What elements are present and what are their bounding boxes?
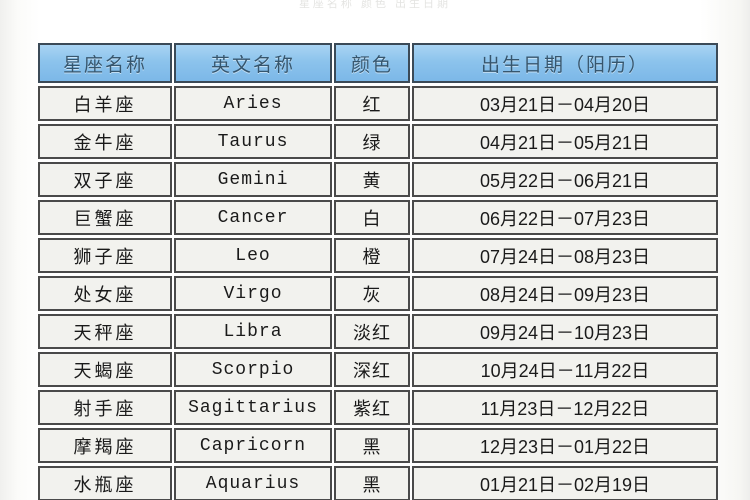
top-caption-text: 星座名称 颜色 出生日期	[298, 0, 452, 10]
table-row: 白羊座 Aries 红 03月21日－04月20日	[38, 86, 718, 121]
cell-english-name: Taurus	[174, 124, 332, 159]
cell-zodiac-name: 水瓶座	[38, 466, 172, 500]
table-row: 摩羯座 Capricorn 黑 12月23日－01月22日	[38, 428, 718, 463]
zodiac-table-container: 星座名称 英文名称 颜色 出生日期（阳历） 白羊座 Aries 红 03月21日－04…	[36, 40, 718, 500]
cell-zodiac-name: 白羊座	[38, 86, 172, 121]
cell-color: 红	[334, 86, 410, 121]
cell-english-name: Aquarius	[174, 466, 332, 500]
cell-english-name: Leo	[174, 238, 332, 273]
cell-zodiac-name: 处女座	[38, 276, 172, 311]
cell-birth-date: 04月21日－05月21日	[412, 124, 718, 159]
cell-birth-date: 08月24日－09月23日	[412, 276, 718, 311]
cell-birth-date: 11月23日－12月22日	[412, 390, 718, 425]
cell-color: 绿	[334, 124, 410, 159]
cell-color: 橙	[334, 238, 410, 273]
cell-color: 黑	[334, 466, 410, 500]
cell-english-name: Aries	[174, 86, 332, 121]
cell-zodiac-name: 双子座	[38, 162, 172, 197]
cell-color: 白	[334, 200, 410, 235]
table-row: 天秤座 Libra 淡红 09月24日－10月23日	[38, 314, 718, 349]
cell-english-name: Virgo	[174, 276, 332, 311]
table-row: 处女座 Virgo 灰 08月24日－09月23日	[38, 276, 718, 311]
document-page: 星座名称 颜色 出生日期 星座名称 英文名称 颜色 出生日期（阳历） 白羊座 Ar…	[0, 0, 750, 500]
cell-english-name: Gemini	[174, 162, 332, 197]
table-row: 巨蟹座 Cancer 白 06月22日－07月23日	[38, 200, 718, 235]
cell-zodiac-name: 射手座	[38, 390, 172, 425]
cell-color: 深红	[334, 352, 410, 387]
table-row: 狮子座 Leo 橙 07月24日－08月23日	[38, 238, 718, 273]
column-header-color: 颜色	[334, 43, 410, 83]
cell-birth-date: 01月21日－02月19日	[412, 466, 718, 500]
cell-birth-date: 03月21日－04月20日	[412, 86, 718, 121]
table-row: 金牛座 Taurus 绿 04月21日－05月21日	[38, 124, 718, 159]
table-row: 天蝎座 Scorpio 深红 10月24日－11月22日	[38, 352, 718, 387]
cell-zodiac-name: 天蝎座	[38, 352, 172, 387]
cell-color: 黄	[334, 162, 410, 197]
table-row: 射手座 Sagittarius 紫红 11月23日－12月22日	[38, 390, 718, 425]
cell-zodiac-name: 摩羯座	[38, 428, 172, 463]
cell-birth-date: 07月24日－08月23日	[412, 238, 718, 273]
column-header-english: 英文名称	[174, 43, 332, 83]
column-header-name: 星座名称	[38, 43, 172, 83]
cell-birth-date: 09月24日－10月23日	[412, 314, 718, 349]
cell-english-name: Libra	[174, 314, 332, 349]
cell-zodiac-name: 巨蟹座	[38, 200, 172, 235]
table-header: 星座名称 英文名称 颜色 出生日期（阳历）	[38, 43, 718, 83]
cell-zodiac-name: 狮子座	[38, 238, 172, 273]
cell-color: 灰	[334, 276, 410, 311]
table-row: 双子座 Gemini 黄 05月22日－06月21日	[38, 162, 718, 197]
cell-zodiac-name: 金牛座	[38, 124, 172, 159]
header-row: 星座名称 英文名称 颜色 出生日期（阳历）	[38, 43, 718, 83]
cell-color: 淡红	[334, 314, 410, 349]
table-body: 白羊座 Aries 红 03月21日－04月20日 金牛座 Taurus 绿 04月21日－0…	[38, 86, 718, 500]
cell-zodiac-name: 天秤座	[38, 314, 172, 349]
column-header-birth-date: 出生日期（阳历）	[412, 43, 718, 83]
cell-english-name: Sagittarius	[174, 390, 332, 425]
cell-color: 黑	[334, 428, 410, 463]
cell-birth-date: 06月22日－07月23日	[412, 200, 718, 235]
cell-english-name: Scorpio	[174, 352, 332, 387]
cell-birth-date: 12月23日－01月22日	[412, 428, 718, 463]
table-row: 水瓶座 Aquarius 黑 01月21日－02月19日	[38, 466, 718, 500]
cell-color: 紫红	[334, 390, 410, 425]
cell-english-name: Capricorn	[174, 428, 332, 463]
cell-english-name: Cancer	[174, 200, 332, 235]
cell-birth-date: 10月24日－11月22日	[412, 352, 718, 387]
zodiac-table: 星座名称 英文名称 颜色 出生日期（阳历） 白羊座 Aries 红 03月21日－04…	[36, 40, 720, 500]
cell-birth-date: 05月22日－06月21日	[412, 162, 718, 197]
